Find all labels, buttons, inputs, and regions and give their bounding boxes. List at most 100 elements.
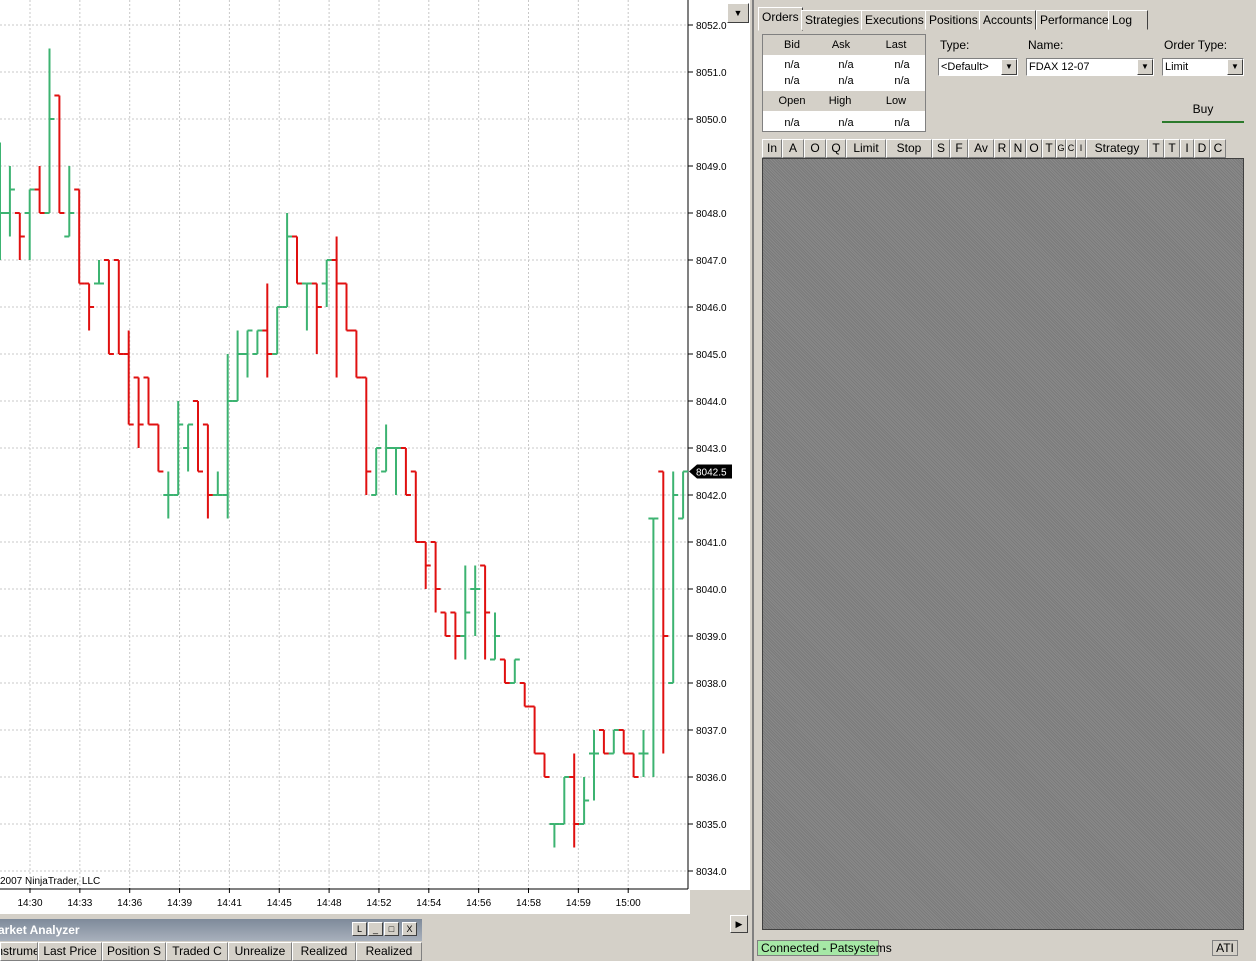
price-tick-label: 8046.0 [696,303,727,314]
ma-col-last-price[interactable]: Last Price [38,942,102,961]
ma-col-position-size[interactable]: Position S [102,942,166,961]
instrument-name-select[interactable]: FDAX 12-07 ▼ [1026,58,1154,76]
grid-col-c[interactable]: C [1210,139,1226,158]
tab-executions[interactable]: Executions [861,10,928,30]
chevron-down-icon[interactable]: ▼ [1001,59,1017,75]
quote-low-header: Low [885,95,907,107]
time-tick-label: 15:00 [616,898,641,909]
price-tick-label: 8051.0 [696,68,727,79]
grid-col-cancel[interactable]: C [1066,139,1076,158]
grid-col-instrument[interactable]: In [762,139,782,158]
grid-col-filled[interactable]: F [950,139,968,158]
grid-col-target[interactable]: T [1148,139,1164,158]
quote-open-value: n/a [784,117,800,129]
price-tick-label: 8039.0 [696,632,727,643]
ma-col-realized[interactable]: Realized [292,942,356,961]
chart-canvas: 8052.0 8051.0 8050.0 8049.0 8048.0 8047.0 8046… [0,0,732,909]
grid-col-limit[interactable]: Limit [846,139,886,158]
ati-status: ATI [1212,940,1238,956]
time-tick-label: 14:58 [516,898,541,909]
order-type-value: Limit [1165,61,1189,73]
quote-last-value: n/a [894,59,910,71]
quote-open-header: Open [778,95,806,107]
time-tick-label: 14:30 [17,898,42,909]
ma-col-traded-contracts[interactable]: Traded C [166,942,228,961]
time-tick-label: 14:54 [416,898,441,909]
type-label: Type: [940,38,970,52]
grid-col-state[interactable]: S [932,139,950,158]
orders-grid-header: In A O Q Limit Stop S F Av R N O T G C I… [762,139,1244,158]
quote-ask-header: Ask [831,39,851,51]
price-tick-label: 8034.0 [696,867,727,878]
buy-button[interactable]: Buy [1162,97,1244,123]
grid-col-tif[interactable]: T [1042,139,1056,158]
grid-col-name[interactable]: N [1010,139,1026,158]
price-tick-label: 8043.0 [696,444,727,455]
quote-bid-value: n/a [784,59,800,71]
arrow-right-icon: ▶ [735,918,743,929]
connection-status: Connected - Patsystems [757,940,892,956]
grid-col-action[interactable]: A [782,139,804,158]
ma-col-unrealized[interactable]: Unrealize [228,942,292,961]
tab-log[interactable]: Log [1108,10,1148,30]
quote-high-value: n/a [838,117,854,129]
grid-col-oco[interactable]: O [1026,139,1042,158]
time-tick-label: 14:59 [566,898,591,909]
quote-last-header: Last [885,39,907,51]
quote-high-header: High [828,95,852,107]
grid-col-strategy[interactable]: Strategy [1086,139,1148,158]
time-tick-label: 14:45 [267,898,292,909]
chevron-down-icon[interactable]: ▼ [1137,59,1153,75]
price-tick-label: 8048.0 [696,209,727,220]
type-select[interactable]: <Default> ▼ [938,58,1018,76]
grid-col-quantity[interactable]: Q [826,139,846,158]
grid-col-avg-price[interactable]: Av [968,139,994,158]
quote-bid-header: Bid [784,39,800,51]
price-tick-label: 8045.0 [696,350,727,361]
market-analyzer-header: Instrumen Last Price Position S Traded C… [0,942,422,961]
grid-col-stop[interactable]: Stop [886,139,932,158]
chart-scroll-right-button[interactable]: ▶ [730,915,748,933]
time-tick-label: 14:41 [217,898,242,909]
grid-col-info[interactable]: I [1076,139,1086,158]
market-analyzer-link-button[interactable]: L [352,922,367,936]
chart-copyright: 2007 NinjaTrader, LLC [0,876,101,887]
chevron-down-icon[interactable]: ▼ [1227,59,1243,75]
time-tick-label: 14:36 [117,898,142,909]
quote-box: Bid Ask Last n/a n/a n/a n/a n/a n/a Ope… [762,34,926,132]
ma-col-realized-2[interactable]: Realized [356,942,422,961]
tab-positions[interactable]: Positions [925,10,982,30]
market-analyzer-close-button[interactable]: X [402,922,417,936]
type-select-value: <Default> [941,61,989,73]
market-analyzer-title: Market Analyzer [0,923,80,937]
grid-col-order-type[interactable]: O [804,139,826,158]
orders-grid-body[interactable] [762,158,1244,930]
ma-col-instrument[interactable]: Instrumen [0,942,38,961]
instrument-name-value: FDAX 12-07 [1029,61,1090,73]
time-tick-label: 14:56 [466,898,491,909]
grid-col-id[interactable]: I [1180,139,1194,158]
time-tick-label: 14:39 [167,898,192,909]
price-tick-label: 8044.0 [696,397,727,408]
price-tick-label: 8040.0 [696,585,727,596]
price-tick-label: 8050.0 [696,115,727,126]
chart-scroll-down-button[interactable]: ▼ [727,3,749,23]
order-type-select[interactable]: Limit ▼ [1162,58,1244,76]
market-analyzer-minimize-button[interactable]: _ [368,922,383,936]
time-tick-label: 14:48 [317,898,342,909]
tab-orders[interactable]: Orders [758,7,803,31]
tab-performance[interactable]: Performance [1036,10,1113,30]
tab-strategies[interactable]: Strategies [801,10,864,30]
price-tick-label: 8042.0 [696,491,727,502]
grid-col-remaining[interactable]: R [994,139,1010,158]
grid-col-gtd[interactable]: G [1056,139,1066,158]
grid-col-time[interactable]: T [1164,139,1180,158]
quote-ask-size: n/a [838,75,854,87]
market-analyzer-maximize-button[interactable]: □ [384,922,399,936]
quote-bid-size: n/a [784,75,800,87]
quote-last-size: n/a [894,75,910,87]
tab-accounts[interactable]: Accounts [979,10,1037,30]
quote-ask-value: n/a [838,59,854,71]
grid-col-d[interactable]: D [1194,139,1210,158]
price-tick-label: 8047.0 [696,256,727,267]
